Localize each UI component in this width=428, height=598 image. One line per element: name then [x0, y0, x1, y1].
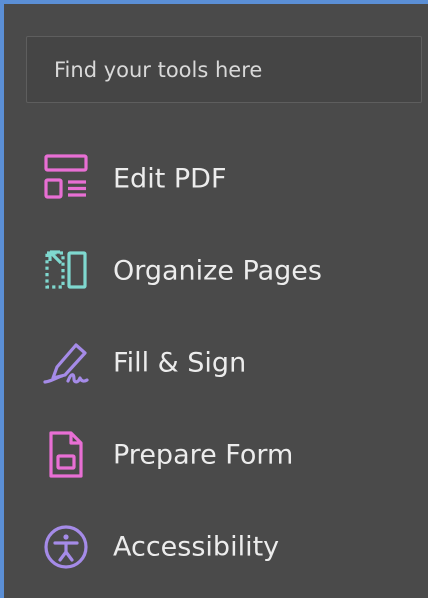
tool-label: Prepare Form — [113, 439, 294, 471]
organize-pages-icon — [40, 245, 92, 297]
tool-label: Fill & Sign — [113, 347, 247, 379]
tool-prepare-form[interactable]: Prepare Form — [4, 410, 428, 502]
tool-label: Accessibility — [113, 531, 280, 563]
tool-organize-pages[interactable]: Organize Pages — [4, 226, 428, 318]
tool-fill-sign[interactable]: Fill & Sign — [4, 318, 428, 410]
tools-panel: Edit PDF Organize Pages Fill & Sign — [0, 0, 428, 598]
edit-pdf-icon — [40, 153, 92, 205]
fill-sign-icon — [40, 337, 92, 389]
tool-edit-pdf[interactable]: Edit PDF — [4, 134, 428, 226]
search-box[interactable] — [26, 36, 422, 103]
accessibility-icon — [40, 521, 92, 573]
tool-list: Edit PDF Organize Pages Fill & Sign Prep… — [4, 134, 428, 594]
search-input[interactable] — [27, 37, 421, 102]
tool-accessibility[interactable]: Accessibility — [4, 502, 428, 594]
prepare-form-icon — [40, 429, 92, 481]
tool-label: Edit PDF — [113, 163, 227, 195]
tool-label: Organize Pages — [113, 255, 322, 287]
